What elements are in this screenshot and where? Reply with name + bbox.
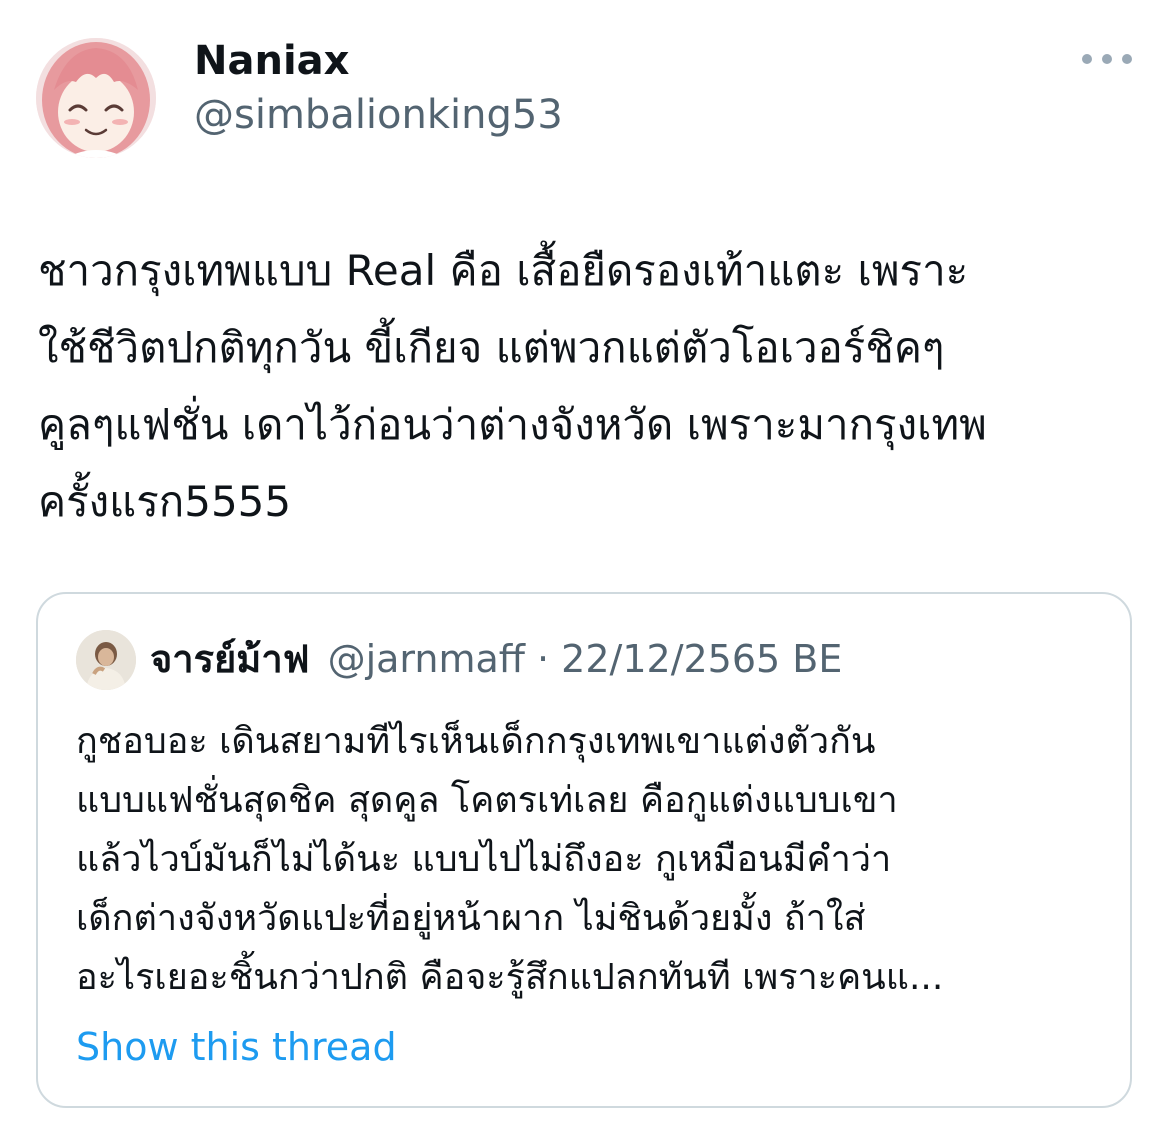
anime-girl-avatar-icon xyxy=(36,38,156,158)
quoted-text-line: แล้วไวบ์มันก็ไม่ได้นะ แบบไปไม่ถึงอะ กูเห… xyxy=(76,839,892,880)
author-display-name[interactable]: Naniax xyxy=(194,38,349,84)
quoted-text-line: กูชอบอะ เดินสยามทีไรเห็นเด็กกรุงเทพเขาแต… xyxy=(76,721,876,762)
quoted-text-line: อะไรเยอะชิ้นกว่าปกติ คือจะรู้สึกแปลกทันท… xyxy=(76,957,944,998)
tweet-text-line: ครั้งแรก5555 xyxy=(38,477,292,526)
quoted-tweet-header: จารย์ม้าฟ @jarnmaff · 22/12/2565 BE xyxy=(150,634,842,684)
author-handle[interactable]: @simbalionking53 xyxy=(194,92,563,138)
more-dot xyxy=(1122,54,1132,64)
user-photo-avatar-icon xyxy=(76,630,136,690)
quoted-author-meta: @jarnmaff · 22/12/2565 BE xyxy=(327,637,843,681)
quoted-author-name[interactable]: จารย์ม้าฟ xyxy=(150,637,310,681)
show-thread-link[interactable]: Show this thread xyxy=(76,1024,397,1070)
tweet-text-line: ชาวกรุงเทพแบบ Real คือ เสื้อยืดรองเท้าแต… xyxy=(38,246,969,295)
quoted-author-avatar[interactable] xyxy=(76,630,136,690)
more-options-icon[interactable] xyxy=(1082,44,1132,74)
quoted-text-line: แบบแฟชั่นสุดชิค สุดคูล โคตรเท่เลย คือกูแ… xyxy=(76,780,898,821)
more-dot xyxy=(1102,54,1112,64)
author-avatar[interactable] xyxy=(36,38,156,158)
tweet-text-line: คูลๆแฟชั่น เดาไว้ก่อนว่าต่างจังหวัด เพรา… xyxy=(38,400,987,449)
tweet-text: ชาวกรุงเทพแบบ Real คือ เสื้อยืดรองเท้าแต… xyxy=(38,232,1138,540)
quoted-text-line: เด็กต่างจังหวัดแปะที่อยู่หน้าผาก ไม่ชินด… xyxy=(76,898,866,939)
tweet-text-line: ใช้ชีวิตปกติทุกวัน ขี้เกียจ แต่พวกแต่ตัว… xyxy=(38,323,945,372)
quoted-tweet-card[interactable]: จารย์ม้าฟ @jarnmaff · 22/12/2565 BE กูชอบ… xyxy=(36,592,1132,1108)
more-dot xyxy=(1082,54,1092,64)
quoted-tweet-text: กูชอบอะ เดินสยามทีไรเห็นเด็กกรุงเทพเขาแต… xyxy=(76,712,1106,1007)
